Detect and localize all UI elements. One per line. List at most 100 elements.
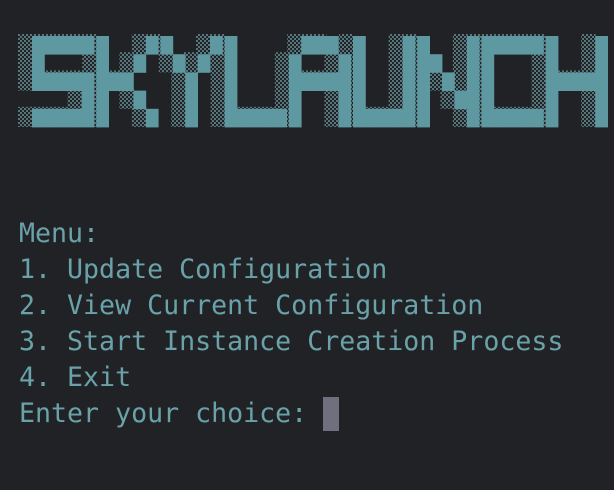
logo-face-cell xyxy=(133,54,147,73)
logo-face-cell xyxy=(338,54,352,73)
logo-face-cell xyxy=(353,36,366,55)
logo-face-cell xyxy=(481,36,495,55)
logo-face-cell xyxy=(197,54,211,73)
logo-face-cell xyxy=(32,54,45,73)
logo-face-cell xyxy=(81,108,95,128)
logo-face-cell xyxy=(81,36,95,55)
logo-face-cell xyxy=(160,36,174,55)
logo-face-cell xyxy=(545,108,559,128)
logo-shadow-cell xyxy=(440,88,455,109)
menu-item-start-instance-creation: 3. Start Instance Creation Process xyxy=(19,326,564,357)
logo-face-cell xyxy=(96,36,109,55)
menu-item-view-configuration: 2. View Current Configuration xyxy=(19,290,484,321)
terminal-window[interactable]: Menu: 1. Update Configuration 2. View Cu… xyxy=(0,0,614,490)
logo-shadow-cell xyxy=(82,52,97,73)
ascii-block-logo-icon xyxy=(18,34,608,128)
logo-face-cell xyxy=(69,108,82,128)
menu-title: Menu: xyxy=(19,218,100,249)
logo-face-cell xyxy=(466,90,480,110)
logo-face-cell xyxy=(133,90,147,110)
logo-shadow-cell xyxy=(210,106,225,127)
logo-face-cell xyxy=(172,54,186,73)
logo-face-cell xyxy=(96,54,109,73)
logo-shadow-cell xyxy=(388,34,403,55)
logo-face-cell xyxy=(402,36,416,55)
logo-shadow-cell xyxy=(531,88,546,109)
logo-face-cell xyxy=(466,36,480,55)
logo-face-cell xyxy=(481,108,495,128)
logo-face-cell xyxy=(81,90,95,110)
logo-face-cell xyxy=(108,72,122,91)
logo-face-cell xyxy=(506,108,519,128)
logo-face-cell xyxy=(224,108,238,128)
logo-shadow-cell xyxy=(131,106,147,127)
logo-face-cell xyxy=(338,108,352,128)
logo-shadow-cell xyxy=(388,70,403,91)
logo-face-cell xyxy=(442,72,455,91)
logo-face-cell xyxy=(237,108,250,128)
logo-shadow-cell xyxy=(452,52,468,73)
logo-shadow-cell xyxy=(183,52,198,73)
logo-shadow-cell xyxy=(274,52,290,73)
logo-shadow-cell xyxy=(18,106,33,127)
logo-face-cell xyxy=(69,72,82,91)
logo-face-cell xyxy=(32,36,45,55)
logo-shadow-cell xyxy=(210,52,225,73)
logo-shadow-cell xyxy=(581,106,596,127)
logo-face-cell xyxy=(288,54,302,73)
logo-face-cell xyxy=(570,72,584,91)
logo-face-cell xyxy=(582,72,596,91)
logo-face-cell xyxy=(145,108,159,128)
menu-item-exit: 4. Exit xyxy=(19,362,132,393)
logo-face-cell xyxy=(44,72,58,91)
logo-face-cell xyxy=(518,36,532,55)
logo-face-cell xyxy=(69,36,82,55)
logo-face-cell xyxy=(288,90,302,110)
logo-face-cell xyxy=(81,72,95,91)
logo-face-cell xyxy=(481,72,495,91)
logo-face-cell xyxy=(558,72,571,91)
logo-face-cell xyxy=(96,90,109,110)
logo-shadow-cell xyxy=(339,34,354,55)
logo-shadow-cell xyxy=(324,106,339,127)
menu-item-update-configuration: 1. Update Configuration xyxy=(19,254,388,285)
logo-face-cell xyxy=(466,72,480,91)
logo-shadow-cell xyxy=(388,52,403,73)
logo-face-cell xyxy=(429,54,443,73)
logo-face-cell xyxy=(402,108,416,128)
logo-face-cell xyxy=(390,108,403,128)
logo-face-cell xyxy=(56,108,70,128)
logo-face-cell xyxy=(518,108,532,128)
logo-shadow-cell xyxy=(324,52,339,73)
logo-shadow-cell xyxy=(119,88,134,109)
logo-face-cell xyxy=(288,72,302,91)
logo-face-cell xyxy=(44,36,58,55)
logo-face-cell xyxy=(185,90,198,110)
logo-face-cell xyxy=(402,54,416,73)
logo-face-cell xyxy=(313,36,327,55)
text-cursor[interactable] xyxy=(323,397,340,431)
input-prompt-line[interactable]: Enter your choice: xyxy=(19,396,340,432)
logo-face-cell xyxy=(493,36,507,55)
logo-face-cell xyxy=(338,72,352,91)
logo-face-cell xyxy=(377,108,391,128)
logo-shadow-cell xyxy=(158,52,174,73)
logo-face-cell xyxy=(301,72,314,91)
logo-face-cell xyxy=(96,72,109,91)
logo-face-cell xyxy=(493,108,507,128)
logo-face-cell xyxy=(545,36,559,55)
logo-shadow-cell xyxy=(452,70,468,91)
logo-face-cell xyxy=(326,72,339,91)
logo-face-cell xyxy=(466,54,480,73)
logo-face-cell xyxy=(466,108,480,128)
prompt-label: Enter your choice: xyxy=(19,398,324,429)
logo-face-cell xyxy=(417,108,430,128)
logo-face-cell xyxy=(402,72,416,91)
logo-shadow-cell xyxy=(210,70,225,91)
logo-shadow-cell xyxy=(196,34,211,55)
logo-face-cell xyxy=(545,54,559,73)
logo-face-cell xyxy=(44,108,58,128)
logo-face-cell xyxy=(402,90,416,110)
logo-face-cell xyxy=(224,36,238,55)
logo-face-cell xyxy=(274,108,287,128)
